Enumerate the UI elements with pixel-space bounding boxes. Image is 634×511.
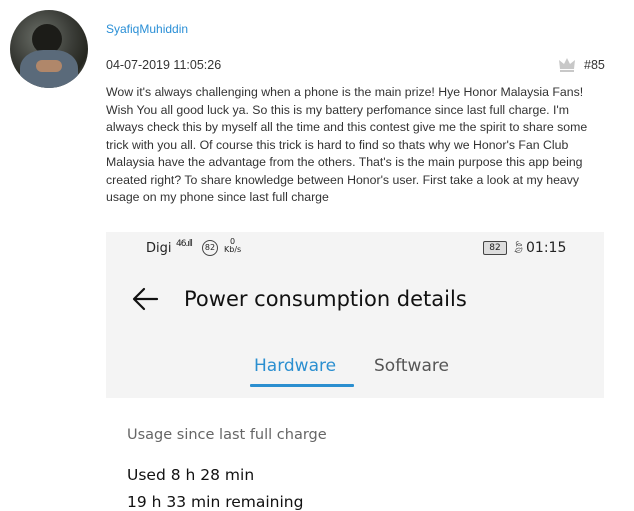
screen-title: Power consumption details: [184, 287, 467, 311]
phone-status-bar: Digi 46.ıll 82 0 Kb/s 82 🍃︎ 01:15: [106, 232, 604, 262]
usage-since-label: Usage since last full charge: [127, 427, 327, 443]
back-arrow-icon[interactable]: [130, 284, 160, 314]
active-tab-indicator: [250, 384, 354, 387]
status-clock: 01:15: [526, 240, 567, 256]
carrier-name: Digi: [146, 241, 172, 256]
user-avatar[interactable]: [10, 10, 88, 88]
attached-screenshot: Digi 46.ıll 82 0 Kb/s 82 🍃︎ 01:15 Power …: [106, 232, 604, 398]
remaining-time: 19 h 33 min remaining: [127, 493, 304, 511]
battery-icon: 82: [483, 241, 507, 255]
leaf-icon: 🍃︎: [511, 240, 527, 254]
tab-hardware[interactable]: Hardware: [254, 356, 336, 376]
avatar-hands: [36, 60, 62, 72]
post-body-text: Wow it's always challenging when a phone…: [106, 85, 588, 204]
notification-badge: 82: [202, 240, 218, 256]
used-time: Used 8 h 28 min: [127, 466, 255, 484]
post-floor-number[interactable]: #85: [584, 58, 605, 72]
username-link[interactable]: SyafiqMuhiddin: [106, 22, 188, 36]
tab-software[interactable]: Software: [374, 356, 449, 376]
signal-icon: 46.ıll: [176, 239, 193, 249]
network-speed-unit: Kb/s: [224, 245, 242, 254]
crown-icon[interactable]: [558, 57, 576, 73]
network-speed: 0 Kb/s: [224, 238, 241, 254]
post-date: 04-07-2019 11:05:26: [106, 58, 222, 72]
